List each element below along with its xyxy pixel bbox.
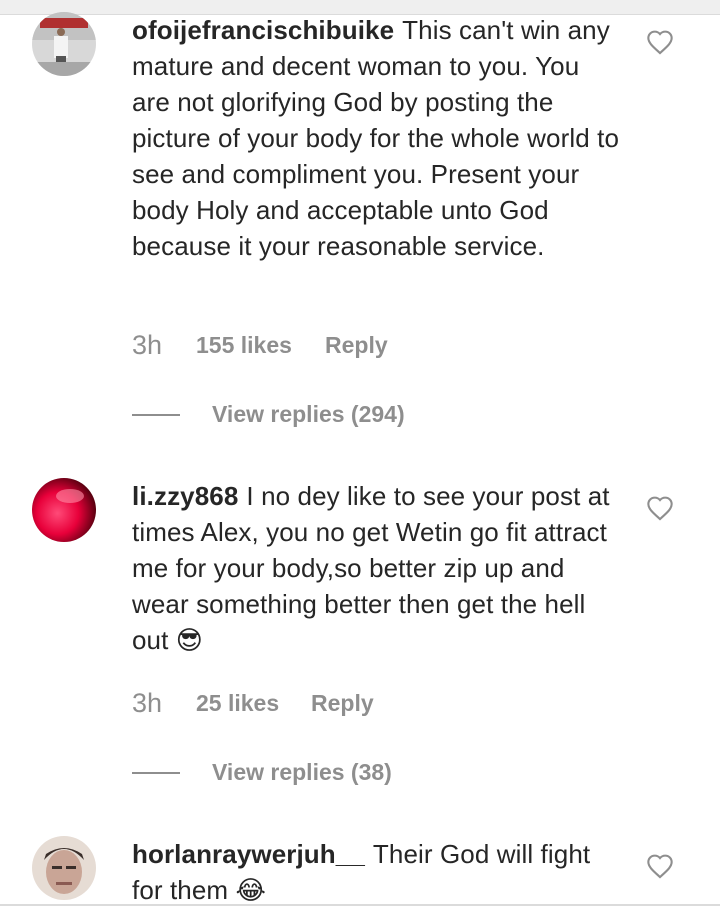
avatar[interactable] xyxy=(32,478,96,542)
replies-divider xyxy=(132,772,180,774)
view-replies-label: View replies (38) xyxy=(212,759,392,785)
likes-count[interactable]: 155 likes xyxy=(196,330,292,360)
heart-icon[interactable] xyxy=(646,29,674,55)
heart-icon[interactable] xyxy=(646,853,674,879)
laughing-emoji-icon: 😂 xyxy=(235,875,266,905)
comment-body: This can't win any mature and decent wom… xyxy=(132,15,620,261)
comment-username[interactable]: ofoijefrancischibuike xyxy=(132,15,394,45)
reply-button[interactable]: Reply xyxy=(311,688,374,718)
reply-button[interactable]: Reply xyxy=(325,330,388,360)
view-replies-label: View replies (294) xyxy=(212,401,405,427)
avatar[interactable] xyxy=(32,836,96,900)
comment-text: horlanraywerjuh__ Their God will fight fo… xyxy=(132,836,622,908)
avatar[interactable] xyxy=(32,12,96,76)
sunglasses-emoji-icon: 😎 xyxy=(175,625,203,655)
comment-meta: 3h 25 likes Reply xyxy=(132,688,374,718)
heart-icon[interactable] xyxy=(646,495,674,521)
comment-meta: 3h 155 likes Reply xyxy=(132,330,388,360)
comment-text: ofoijefrancischibuike This can't win any … xyxy=(132,12,622,264)
comment-time: 3h xyxy=(132,330,163,360)
comment-time: 3h xyxy=(132,688,163,718)
comment-username[interactable]: horlanraywerjuh__ xyxy=(132,839,365,869)
comment-username[interactable]: li.zzy868 xyxy=(132,481,238,511)
bottom-divider xyxy=(0,904,720,906)
comment-text: li.zzy868 I no dey like to see your post … xyxy=(132,478,622,658)
likes-count[interactable]: 25 likes xyxy=(196,688,279,718)
replies-divider xyxy=(132,414,180,416)
